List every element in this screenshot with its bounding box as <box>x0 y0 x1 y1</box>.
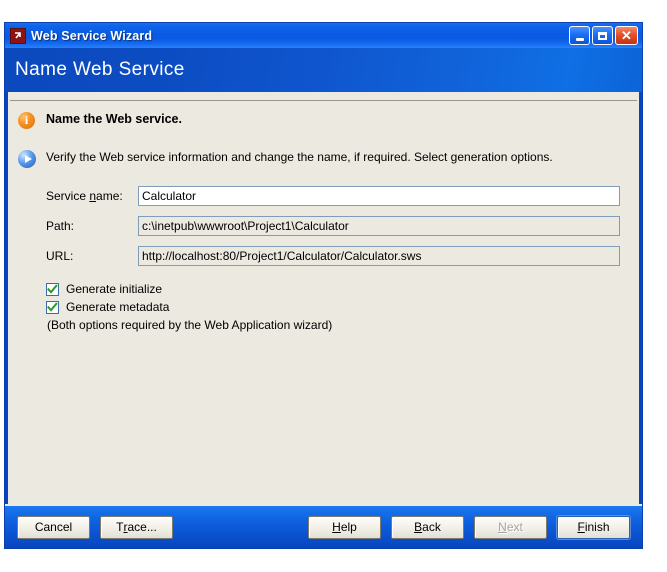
checkbox-row-generate-metadata[interactable]: Generate metadata <box>46 300 639 314</box>
finish-button[interactable]: Finish <box>557 515 630 539</box>
options-note: (Both options required by the Web Applic… <box>47 318 333 332</box>
minimize-button[interactable] <box>569 26 590 45</box>
generation-options: Generate initialize Generate metadata (B… <box>8 282 639 332</box>
title-bar: Web Service Wizard ✕ <box>5 23 642 48</box>
service-name-label-pre: Service <box>46 189 90 203</box>
checkmark-icon <box>47 283 58 294</box>
info-icon-glyph: i <box>24 113 29 127</box>
generate-metadata-checkbox[interactable] <box>46 300 59 314</box>
next-button: Next <box>474 515 547 539</box>
help-button-label-post: elp <box>340 520 357 534</box>
maximize-button[interactable] <box>592 26 613 45</box>
trace-button-label-post: ace... <box>127 520 157 534</box>
info-heading-row: i Name the Web service. <box>8 101 639 129</box>
service-form: Service name: Calculator Path: c:\inetpu… <box>8 186 639 266</box>
page-content: i Name the Web service. Verify the Web s… <box>8 101 639 504</box>
info-heading-text: Name the Web service. <box>46 112 182 126</box>
app-shortcut-icon <box>10 27 26 44</box>
help-button-label-accel: H <box>332 520 341 534</box>
service-name-label-post: ame: <box>96 189 123 203</box>
service-name-label: Service name: <box>46 189 138 203</box>
wizard-banner: Name Web Service <box>5 48 642 92</box>
generate-initialize-label: Generate initialize <box>66 282 163 296</box>
shortcut-arrow-glyph <box>15 31 21 38</box>
banner-title: Name Web Service <box>15 59 185 80</box>
help-button[interactable]: Help <box>308 515 381 539</box>
wizard-window: Web Service Wizard ✕ Name Web Service i <box>4 22 643 549</box>
trace-button[interactable]: Tr ace... <box>100 515 173 539</box>
button-bar: Cancel Tr ace... Help Back Next Finish <box>5 504 642 548</box>
close-button[interactable]: ✕ <box>615 26 638 45</box>
url-value: http://localhost:80/Project1/Calculator/… <box>138 246 620 266</box>
field-row-service-name: Service name: Calculator <box>46 186 639 206</box>
back-button[interactable]: Back <box>391 515 464 539</box>
footer-right-buttons: Help Back Next Finish <box>308 515 630 539</box>
cancel-button-label: Cancel <box>34 520 73 534</box>
close-icon: ✕ <box>621 27 632 43</box>
generate-initialize-checkbox[interactable] <box>46 282 59 296</box>
finish-button-label-post: inish <box>584 520 610 534</box>
checkmark-icon <box>47 301 58 312</box>
field-row-url: URL: http://localhost:80/Project1/Calcul… <box>46 246 639 266</box>
blue-arrow-icon-glyph <box>24 155 32 163</box>
service-name-input[interactable]: Calculator <box>138 186 620 206</box>
url-label: URL: <box>46 249 74 263</box>
trace-button-label-pre: T <box>116 520 124 534</box>
maximize-icon <box>598 31 607 40</box>
info-description-text: Verify the Web service information and c… <box>46 150 553 164</box>
window-title: Web Service Wizard <box>31 28 153 43</box>
back-button-label-post: ack <box>422 520 441 534</box>
info-description-row: Verify the Web service information and c… <box>8 129 639 168</box>
minimize-icon <box>575 37 584 41</box>
client-area: i Name the Web service. Verify the Web s… <box>5 92 642 504</box>
footer-left-buttons: Cancel Tr ace... <box>17 515 173 539</box>
window-controls: ✕ <box>569 26 638 45</box>
path-value: c:\inetpub\wwwroot\Project1\Calculator <box>138 216 620 236</box>
path-label: Path: <box>46 219 75 233</box>
finish-button-label-accel: F <box>577 520 585 534</box>
cancel-button[interactable]: Cancel <box>17 515 90 539</box>
next-button-label-accel: N <box>498 520 507 534</box>
back-button-label-accel: B <box>414 520 423 534</box>
next-button-label-post: ext <box>506 520 523 534</box>
field-row-path: Path: c:\inetpub\wwwroot\Project1\Calcul… <box>46 216 639 236</box>
blue-arrow-icon <box>18 149 38 168</box>
checkbox-row-generate-initialize[interactable]: Generate initialize <box>46 282 639 296</box>
generate-metadata-label: Generate metadata <box>66 300 170 314</box>
info-icon: i <box>18 111 38 129</box>
